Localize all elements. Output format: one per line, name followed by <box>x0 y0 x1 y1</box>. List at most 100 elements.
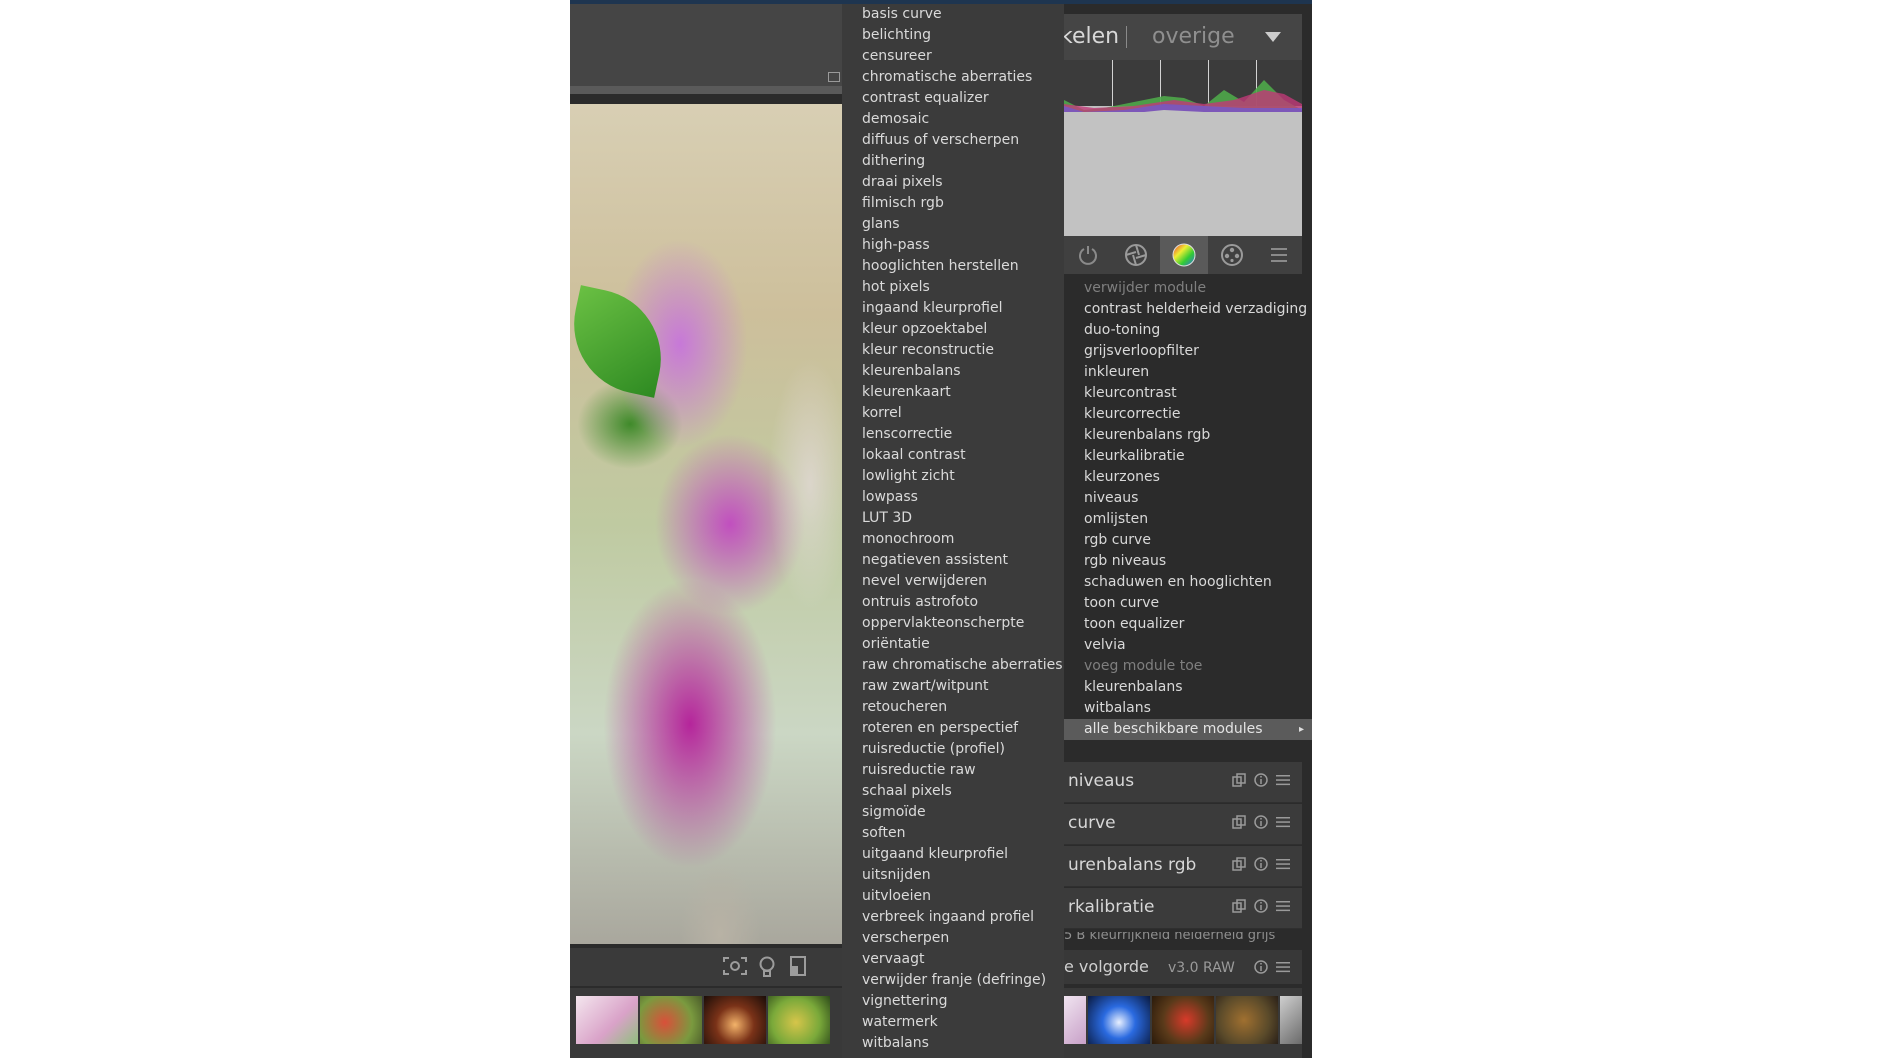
thumbnail[interactable] <box>1064 996 1086 1044</box>
thumbnail[interactable] <box>704 996 766 1044</box>
remove-module-item[interactable]: schaduwen en hooglichten <box>1064 572 1312 593</box>
submenu-item[interactable]: verwijder franje (defringe) <box>842 970 1064 991</box>
menu-icon[interactable] <box>1276 960 1290 974</box>
submenu-item[interactable]: LUT 3D <box>842 508 1064 529</box>
focus-peaking-icon[interactable] <box>722 956 748 981</box>
remove-module-item[interactable]: rgb niveaus <box>1064 551 1312 572</box>
remove-module-item[interactable]: omlijsten <box>1064 509 1312 530</box>
tab-base[interactable] <box>1112 236 1160 274</box>
tab-color[interactable] <box>1160 236 1208 274</box>
submenu-item[interactable]: hot pixels <box>842 277 1064 298</box>
submenu-item[interactable]: kleurenbalans <box>842 361 1064 382</box>
info-icon[interactable] <box>1254 857 1268 871</box>
submenu-item[interactable]: oppervlakteonscherpte <box>842 613 1064 634</box>
submenu-item[interactable]: vignettering <box>842 991 1064 1012</box>
remove-module-item[interactable]: toon curve <box>1064 593 1312 614</box>
remove-module-item[interactable]: rgb curve <box>1064 530 1312 551</box>
remove-module-item[interactable]: kleurcorrectie <box>1064 404 1312 425</box>
submenu-item[interactable]: diffuus of verscherpen <box>842 130 1064 151</box>
submenu-item[interactable]: negatieven assistent <box>842 550 1064 571</box>
submenu-item[interactable]: watermerk <box>842 1012 1064 1033</box>
thumbnail[interactable] <box>1280 996 1302 1044</box>
remove-module-item[interactable]: niveaus <box>1064 488 1312 509</box>
thumbnail[interactable] <box>1152 996 1214 1044</box>
submenu-item[interactable]: hooglichten herstellen <box>842 256 1064 277</box>
submenu-item[interactable]: korrel <box>842 403 1064 424</box>
all-modules-item[interactable]: alle beschikbare modules ▸ <box>1064 719 1312 740</box>
history-row[interactable]: e volgorde v3.0 RAW <box>1064 950 1302 984</box>
chevron-down-icon[interactable] <box>1265 32 1281 42</box>
submenu-item[interactable]: contrast equalizer <box>842 88 1064 109</box>
thumbnail[interactable] <box>1216 996 1278 1044</box>
submenu-item[interactable]: draai pixels <box>842 172 1064 193</box>
tab-effects[interactable] <box>1208 236 1256 274</box>
remove-module-item[interactable]: velvia <box>1064 635 1312 656</box>
submenu-item[interactable]: raw zwart/witpunt <box>842 676 1064 697</box>
info-icon[interactable] <box>1254 899 1268 913</box>
submenu-item[interactable]: soften <box>842 823 1064 844</box>
remove-module-item[interactable]: contrast helderheid verzadiging <box>1064 299 1312 320</box>
remove-module-item[interactable]: kleurkalibratie <box>1064 446 1312 467</box>
histogram[interactable] <box>1064 60 1302 236</box>
remove-module-item[interactable]: toon equalizer <box>1064 614 1312 635</box>
submenu-item[interactable]: lokaal contrast <box>842 445 1064 466</box>
submenu-item[interactable]: ontruis astrofoto <box>842 592 1064 613</box>
submenu-item[interactable]: monochroom <box>842 529 1064 550</box>
submenu-item[interactable]: lowlight zicht <box>842 466 1064 487</box>
submenu-item[interactable]: witbalans <box>842 1033 1064 1054</box>
display-icon[interactable] <box>790 956 806 981</box>
submenu-item[interactable]: roteren en perspectief <box>842 718 1064 739</box>
submenu-item[interactable]: sigmoïde <box>842 802 1064 823</box>
submenu-item[interactable]: uitvloeien <box>842 886 1064 907</box>
tab-presets[interactable] <box>1256 236 1302 274</box>
thumbnail[interactable] <box>576 996 638 1044</box>
remove-module-item[interactable]: duo-toning <box>1064 320 1312 341</box>
window-popout-icon[interactable] <box>828 72 840 82</box>
menu-icon[interactable] <box>1276 773 1290 787</box>
submenu-item[interactable]: censureer <box>842 46 1064 67</box>
submenu-item[interactable]: ruisreductie raw <box>842 760 1064 781</box>
module-row-kleurenbalans-rgb[interactable]: urenbalans rgb <box>1064 846 1302 887</box>
submenu-item[interactable]: ingaand kleurprofiel <box>842 298 1064 319</box>
submenu-item[interactable]: retoucheren <box>842 697 1064 718</box>
tab-partial[interactable]: kelen <box>1060 24 1119 49</box>
remove-module-item[interactable]: inkleuren <box>1064 362 1312 383</box>
menu-icon[interactable] <box>1276 899 1290 913</box>
submenu-item[interactable]: chromatische aberraties <box>842 67 1064 88</box>
thumbnail[interactable] <box>768 996 830 1044</box>
info-icon[interactable] <box>1254 815 1268 829</box>
thumbnail[interactable] <box>1088 996 1150 1044</box>
filmstrip-right[interactable] <box>1064 988 1302 1058</box>
info-icon[interactable] <box>1254 773 1268 787</box>
copy-icon[interactable] <box>1232 773 1246 787</box>
submenu-item[interactable]: oriëntatie <box>842 634 1064 655</box>
submenu-item[interactable]: glans <box>842 214 1064 235</box>
add-module-item[interactable]: witbalans <box>1064 698 1312 719</box>
submenu-item[interactable]: schaal pixels <box>842 781 1064 802</box>
tab-other[interactable]: overige <box>1152 24 1235 49</box>
bulb-icon[interactable] <box>758 956 776 983</box>
info-icon[interactable] <box>1254 960 1268 974</box>
copy-icon[interactable] <box>1232 899 1246 913</box>
copy-icon[interactable] <box>1232 857 1246 871</box>
submenu-item[interactable]: verbreek ingaand profiel <box>842 907 1064 928</box>
copy-icon[interactable] <box>1232 815 1246 829</box>
submenu-item[interactable]: raw chromatische aberraties <box>842 655 1064 676</box>
submenu-item[interactable]: nevel verwijderen <box>842 571 1064 592</box>
submenu-item[interactable]: kleurenkaart <box>842 382 1064 403</box>
submenu-item[interactable]: vervaagt <box>842 949 1064 970</box>
submenu-item[interactable]: demosaic <box>842 109 1064 130</box>
filmstrip-left[interactable] <box>570 988 842 1058</box>
submenu-item[interactable]: kleur reconstructie <box>842 340 1064 361</box>
remove-module-item[interactable]: kleurcontrast <box>1064 383 1312 404</box>
menu-icon[interactable] <box>1276 857 1290 871</box>
submenu-item[interactable]: belichting <box>842 25 1064 46</box>
submenu-item[interactable]: ruisreductie (profiel) <box>842 739 1064 760</box>
submenu-item[interactable]: filmisch rgb <box>842 193 1064 214</box>
submenu-item[interactable]: basis curve <box>842 4 1064 25</box>
module-row-kleurkalibratie[interactable]: rkalibratie <box>1064 888 1302 929</box>
remove-module-item[interactable]: grijsverloopfilter <box>1064 341 1312 362</box>
submenu-item[interactable]: uitgaand kleurprofiel <box>842 844 1064 865</box>
submenu-item[interactable]: high-pass <box>842 235 1064 256</box>
add-module-item[interactable]: kleurenbalans <box>1064 677 1312 698</box>
